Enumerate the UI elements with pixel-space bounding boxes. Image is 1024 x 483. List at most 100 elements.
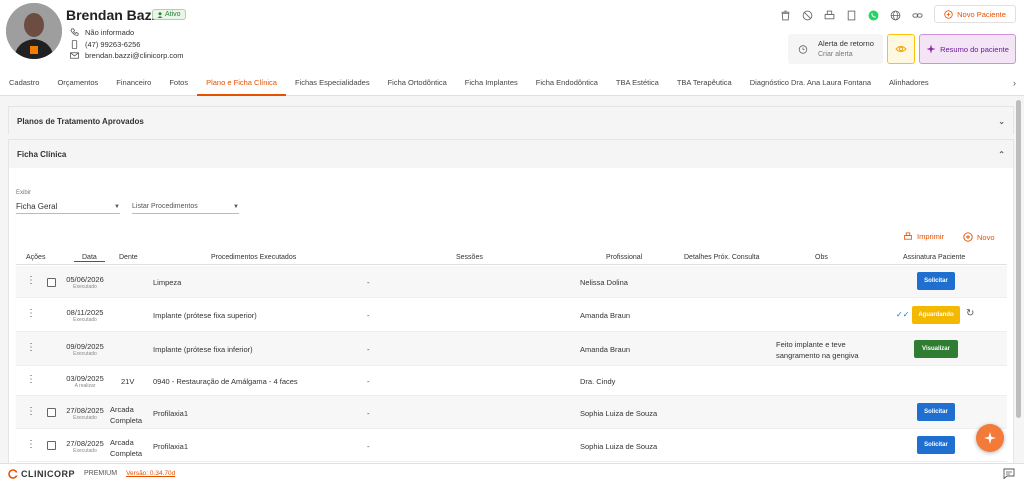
col-obs: Obs (815, 254, 828, 261)
col-assinatura: Assinatura Paciente (903, 254, 966, 261)
col-profissional: Profissional (606, 254, 643, 261)
col-dente: Dente (119, 254, 138, 261)
new-procedure-button[interactable]: Novo (963, 232, 995, 242)
more-vert-icon[interactable]: ⋮ (26, 374, 36, 385)
tab-orcamentos[interactable]: Orçamentos (48, 70, 107, 96)
new-patient-button[interactable]: Novo Paciente (934, 5, 1016, 23)
request-signature-button[interactable]: Solicitar (917, 436, 955, 454)
new-procedure-label: Novo (977, 232, 995, 242)
tab-diagnostico-dra-ana-laura-fontana[interactable]: Diagnóstico Dra. Ana Laura Fontana (741, 70, 880, 96)
view-signature-button[interactable]: Visualizar (914, 340, 958, 358)
chevron-up-icon[interactable]: ⌃ (998, 150, 1005, 159)
row-professional: Amanda Braun (580, 345, 631, 354)
alert-title: Alerta de retorno (818, 39, 874, 48)
row-date: 08/11/2025 (66, 308, 104, 317)
print-icon[interactable] (822, 8, 836, 22)
table-row: ⋮ 03/09/2025 A realizar 21V 0940 - Resta… (16, 366, 1007, 396)
row-date: 27/08/2025 (66, 439, 104, 448)
table-header: Ações Data Dente Procedimentos Executado… (16, 251, 1007, 265)
row-sessions: - (367, 311, 370, 320)
tab-fichas-especialidades[interactable]: Fichas Especialidades (286, 70, 379, 96)
col-procedimentos: Procedimentos Executados (211, 254, 297, 261)
list-procedures-select[interactable]: Listar Procedimentos ▼ (132, 200, 239, 214)
double-check-icon: ✓✓ (896, 310, 910, 319)
summary-label: Resumo do paciente (940, 44, 1009, 54)
exibir-select[interactable]: Ficha Geral ▼ (16, 200, 120, 214)
tab-ficha-endodontica[interactable]: Ficha Endodôntica (527, 70, 607, 96)
row-checkbox[interactable] (47, 408, 56, 417)
request-signature-button[interactable]: Solicitar (917, 272, 955, 290)
tab-ficha-ortodontica[interactable]: Ficha Ortodôntica (379, 70, 456, 96)
return-alert-card[interactable]: Alerta de retorno Criar alerta (788, 34, 883, 64)
new-patient-label: Novo Paciente (957, 9, 1006, 19)
whatsapp-icon[interactable] (866, 8, 880, 22)
row-checkbox[interactable] (47, 278, 56, 287)
plus-circle-icon (963, 232, 973, 242)
row-professional: Sophia Luiza de Souza (580, 442, 658, 451)
plus-circle-icon (944, 9, 953, 19)
link-icon[interactable] (910, 8, 924, 22)
alert-subtitle: Criar alerta (818, 51, 853, 58)
print-button[interactable]: Imprimir (903, 232, 944, 241)
version-link[interactable]: Versão: 0.34.70d (126, 470, 175, 477)
trash-icon[interactable] (778, 8, 792, 22)
person-icon (157, 11, 163, 18)
row-date: 09/09/2025 (66, 342, 104, 351)
email-row: brendan.bazzi@clinicorp.com (70, 51, 184, 60)
tab-cadastro[interactable]: Cadastro (0, 70, 48, 96)
exibir-value: Ficha Geral (16, 202, 58, 211)
globe-icon[interactable] (888, 8, 902, 22)
contact-row: Não informado (70, 28, 134, 37)
tab-financeiro[interactable]: Financeiro (107, 70, 160, 96)
tab-tba-estetica[interactable]: TBA Estética (607, 70, 668, 96)
sparkle-icon (926, 44, 936, 54)
status-badge: Ativo (152, 9, 186, 20)
tab-tba-terapeutica[interactable]: TBA Terapêutica (668, 70, 741, 96)
col-sessoes: Sessões (456, 254, 483, 261)
refresh-icon[interactable]: ↻ (966, 308, 974, 319)
tab-plano-e-ficha-clinica[interactable]: Plano e Ficha Clínica (197, 70, 286, 96)
request-signature-button[interactable]: Solicitar (917, 403, 955, 421)
chat-icon[interactable] (1003, 468, 1015, 479)
row-date: 03/09/2025 (66, 374, 104, 383)
print-label: Imprimir (917, 232, 945, 241)
view-button[interactable] (887, 34, 915, 64)
scrollbar[interactable] (1016, 100, 1021, 418)
patient-phone[interactable]: (47) 99263-6256 (85, 40, 140, 49)
more-vert-icon[interactable]: ⋮ (26, 342, 36, 353)
row-sessions: - (367, 409, 370, 418)
row-procedure: Limpeza (153, 278, 182, 287)
patient-summary-button[interactable]: Resumo do paciente (919, 34, 1016, 64)
floating-action-button[interactable] (976, 424, 1004, 452)
table-row: ⋮ 08/11/2025 Executado Implante (prótese… (16, 298, 1007, 332)
chevron-down-icon[interactable]: ⌄ (998, 117, 1005, 126)
row-date: 27/08/2025 (66, 406, 104, 415)
alarm-icon (798, 45, 808, 54)
row-professional: Sophia Luiza de Souza (580, 409, 658, 418)
more-vert-icon[interactable]: ⋮ (26, 308, 36, 319)
col-acoes: Ações (26, 254, 46, 261)
eye-icon (895, 46, 907, 52)
col-data[interactable]: Data (74, 254, 105, 262)
tab-alinhadores[interactable]: Alinhadores (880, 70, 938, 96)
patient-avatar (6, 3, 62, 59)
footer: CLINICORP PREMIUM Versão: 0.34.70d (0, 463, 1024, 483)
row-sessions: - (367, 377, 370, 386)
patient-tabs: Cadastro Orçamentos Financeiro Fotos Plano e… (0, 70, 1024, 96)
tab-ficha-implantes[interactable]: Ficha Implantes (456, 70, 527, 96)
chevron-right-icon[interactable]: › (1013, 78, 1016, 88)
clipboard-icon[interactable] (844, 8, 858, 22)
row-status: Executado (73, 351, 97, 357)
more-vert-icon[interactable]: ⋮ (26, 275, 36, 286)
more-vert-icon[interactable]: ⋮ (26, 406, 36, 417)
row-procedure: Implante (prótese fixa superior) (153, 311, 257, 320)
row-tooth: Arcada Completa (110, 438, 143, 458)
tab-fotos[interactable]: Fotos (160, 70, 197, 96)
row-tooth: Arcada Completa (110, 405, 143, 425)
approved-plans-panel[interactable]: Planos de Tratamento Aprovados ⌄ (8, 106, 1014, 135)
more-vert-icon[interactable]: ⋮ (26, 439, 36, 450)
patient-email[interactable]: brendan.bazzi@clinicorp.com (85, 51, 184, 60)
row-checkbox[interactable] (47, 441, 56, 450)
block-icon[interactable] (800, 8, 814, 22)
awaiting-signature-button[interactable]: Aguardando (912, 306, 960, 324)
